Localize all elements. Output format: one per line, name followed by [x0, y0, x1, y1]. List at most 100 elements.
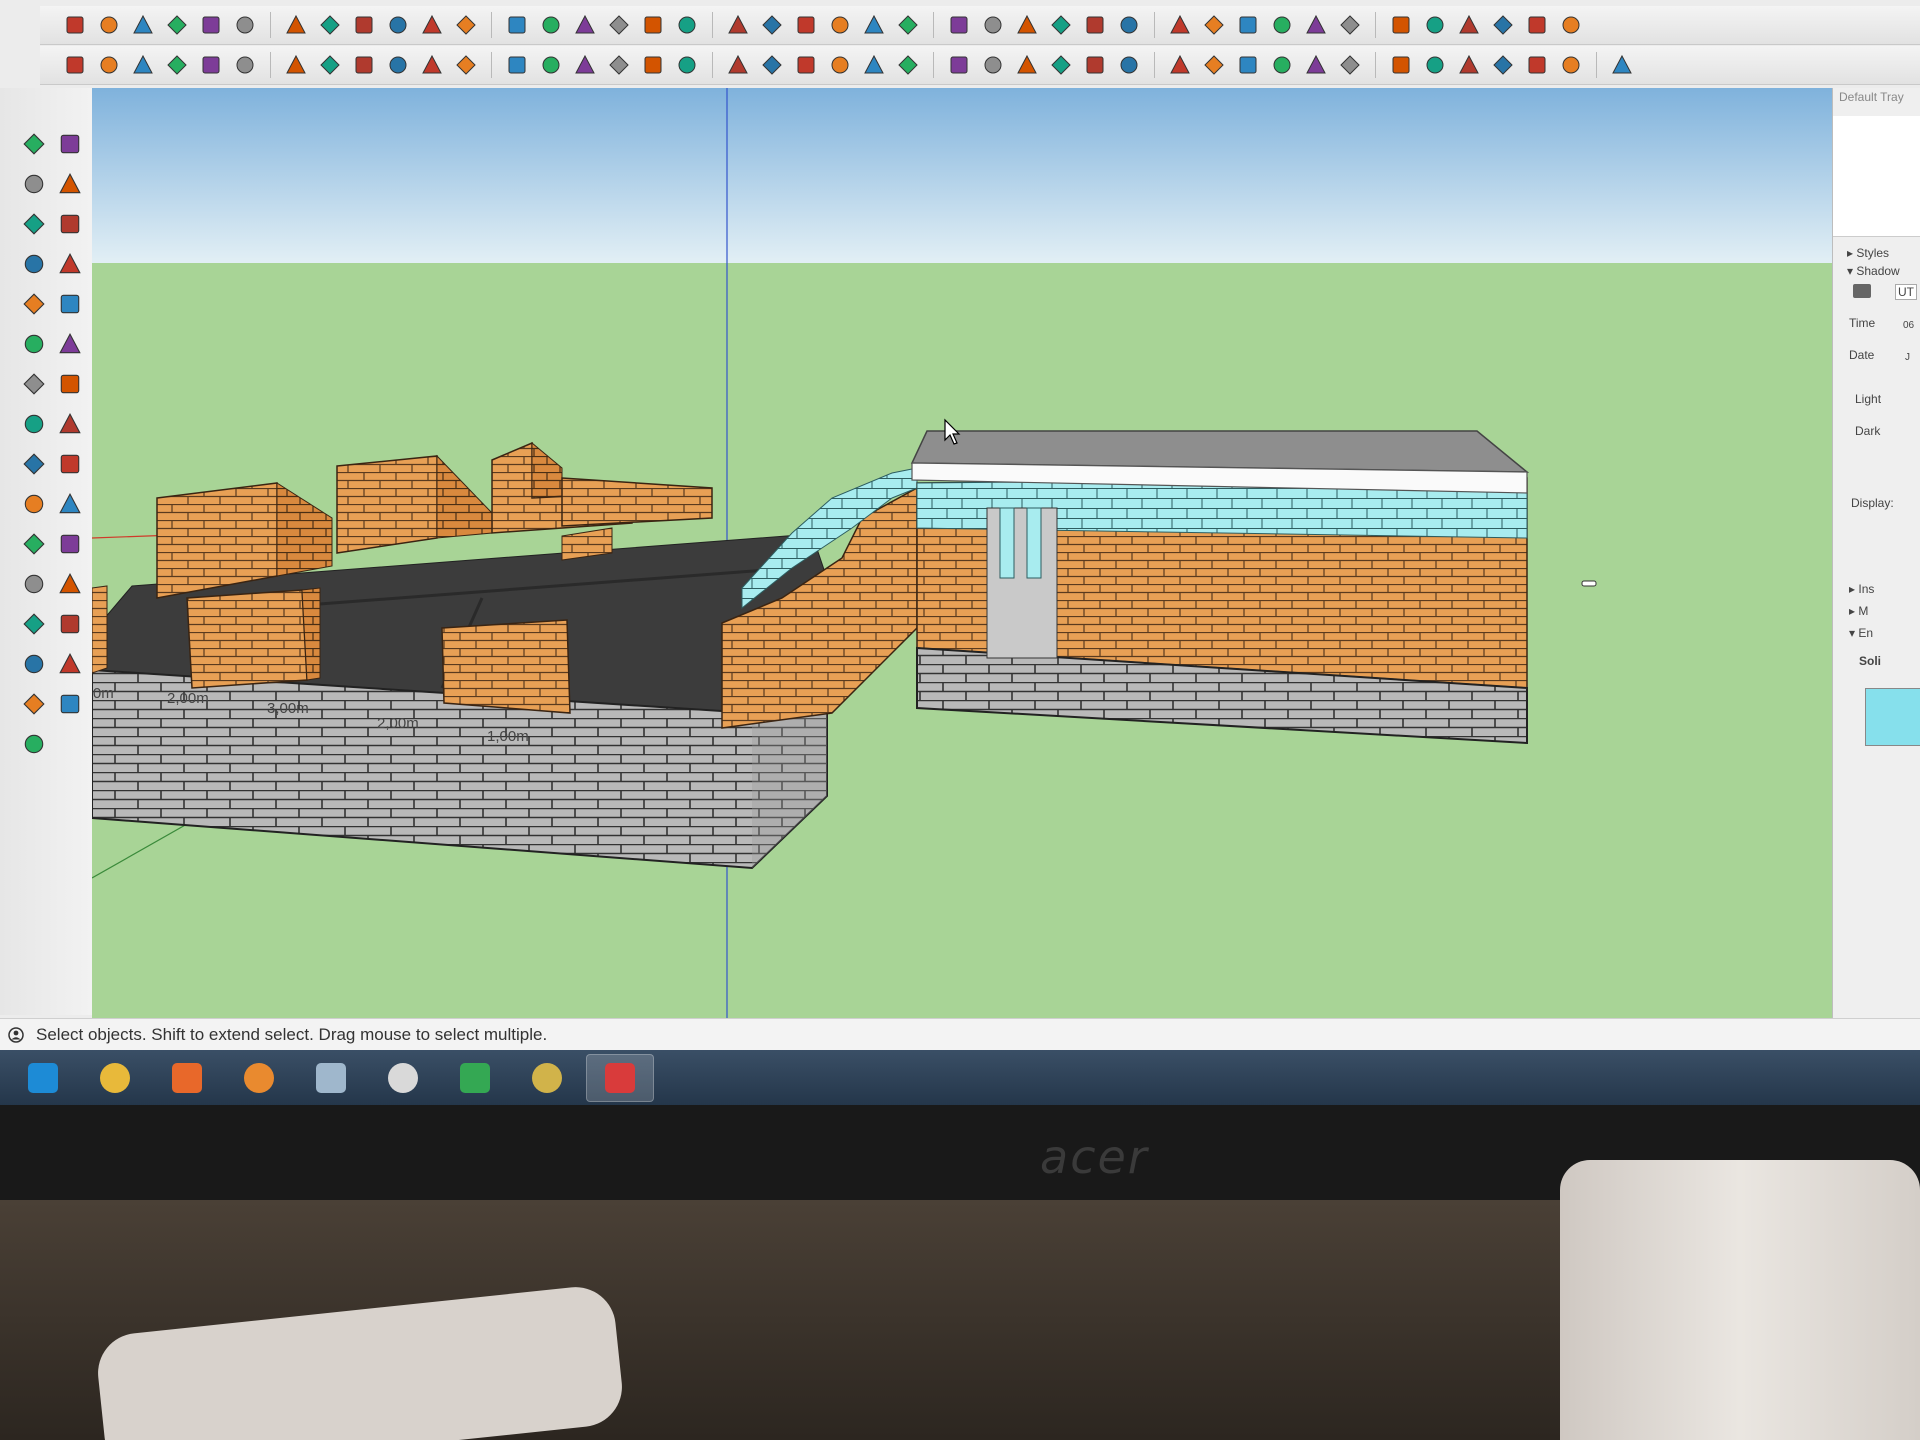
arc-icon[interactable] — [18, 328, 50, 360]
sphere-icon[interactable] — [1046, 10, 1076, 40]
app-star-icon[interactable] — [514, 1055, 580, 1101]
axes-icon[interactable] — [18, 608, 50, 640]
lock-icon[interactable] — [1454, 10, 1484, 40]
sketchup-icon[interactable] — [586, 1054, 654, 1102]
protractor-icon[interactable] — [18, 568, 50, 600]
trapeze-icon[interactable] — [893, 50, 923, 80]
flat-roof-icon[interactable] — [536, 50, 566, 80]
box2-icon[interactable] — [1046, 50, 1076, 80]
orbit-icon[interactable] — [536, 10, 566, 40]
pan-icon[interactable] — [570, 10, 600, 40]
dimension-icon[interactable] — [944, 10, 974, 40]
box-icon[interactable] — [1012, 50, 1042, 80]
cube3d-2-icon[interactable] — [1267, 50, 1297, 80]
validate-icon[interactable] — [1199, 10, 1229, 40]
nested-icon[interactable] — [1267, 10, 1297, 40]
walk-icon[interactable] — [18, 728, 50, 760]
eraser-icon[interactable] — [94, 10, 124, 40]
move-icon[interactable] — [315, 10, 345, 40]
landscape-icon[interactable] — [1080, 50, 1110, 80]
position-camera-icon[interactable] — [1335, 10, 1365, 40]
diamond-icon[interactable] — [1488, 10, 1518, 40]
flag-icon[interactable] — [859, 50, 889, 80]
teapot-icon[interactable] — [1233, 10, 1263, 40]
styles-icon[interactable] — [162, 50, 192, 80]
scale-icon[interactable] — [383, 10, 413, 40]
solid-trim-icon[interactable] — [672, 50, 702, 80]
remove-icon[interactable] — [944, 50, 974, 80]
door-icon[interactable] — [196, 50, 226, 80]
beam-icon[interactable] — [315, 50, 345, 80]
tray-section-shadow[interactable]: ▾ Shadow — [1847, 264, 1900, 278]
solid-subtract-icon[interactable] — [638, 50, 668, 80]
select-icon[interactable] — [60, 10, 90, 40]
circle-icon[interactable] — [18, 288, 50, 320]
internet-explorer-icon[interactable] — [10, 1055, 76, 1101]
scale-icon[interactable] — [18, 488, 50, 520]
rotate-icon[interactable] — [349, 10, 379, 40]
tape-measure-icon[interactable] — [18, 528, 50, 560]
drawing-viewport[interactable]: 2,00m 2,00m 3,00m 2,00m 1,00m — [92, 88, 1832, 1018]
firefox-icon[interactable] — [154, 1055, 220, 1101]
date-value[interactable]: J — [1905, 352, 1910, 363]
camera-icon[interactable] — [1165, 10, 1195, 40]
warehouse-icon[interactable] — [672, 10, 702, 40]
cube-navy-icon[interactable] — [1522, 50, 1552, 80]
tray-section-collapsed[interactable]: ▸ Ins — [1849, 582, 1874, 596]
stair-icon[interactable] — [281, 50, 311, 80]
zoom-extents-icon[interactable] — [638, 10, 668, 40]
protractor-icon[interactable] — [825, 10, 855, 40]
link-icon[interactable] — [1165, 50, 1195, 80]
zoom-icon[interactable] — [604, 10, 634, 40]
cube3d-3-icon[interactable] — [1301, 50, 1331, 80]
layout-icon[interactable] — [1386, 10, 1416, 40]
material-icon[interactable] — [128, 50, 158, 80]
line-icon[interactable] — [128, 10, 158, 40]
push-pull-icon[interactable] — [54, 408, 86, 440]
extension-icon[interactable] — [723, 10, 753, 40]
line-icon[interactable] — [18, 208, 50, 240]
solid-union-icon[interactable] — [604, 50, 634, 80]
solid-color-swatch[interactable] — [1865, 688, 1920, 746]
dimension-icon[interactable] — [54, 528, 86, 560]
tape-measure-icon[interactable] — [417, 10, 447, 40]
tray-section-collapsed[interactable]: ▸ M — [1849, 604, 1868, 618]
time-value[interactable]: 06 — [1903, 320, 1914, 331]
freehand-icon[interactable] — [54, 208, 86, 240]
zoom-icon[interactable] — [54, 648, 86, 680]
stack-icon[interactable] — [1199, 50, 1229, 80]
rectangle-icon[interactable] — [18, 248, 50, 280]
3pt-arc-icon[interactable] — [54, 368, 86, 400]
text-icon[interactable] — [54, 568, 86, 600]
column-icon[interactable] — [383, 50, 413, 80]
follow-me-icon[interactable] — [54, 448, 86, 480]
components-icon[interactable] — [757, 10, 787, 40]
file-explorer-icon[interactable] — [82, 1055, 148, 1101]
move-icon[interactable] — [18, 408, 50, 440]
look-around-icon[interactable] — [54, 688, 86, 720]
calculator-icon[interactable] — [298, 1055, 364, 1101]
rectangle-icon[interactable] — [196, 10, 226, 40]
offset-icon[interactable] — [54, 488, 86, 520]
paint-bucket-icon[interactable] — [502, 10, 532, 40]
window-icon[interactable] — [1420, 10, 1450, 40]
eraser-icon[interactable] — [54, 168, 86, 200]
solid-split-icon[interactable] — [723, 50, 753, 80]
cube-blue-icon[interactable] — [1114, 10, 1144, 40]
house-icon[interactable] — [978, 50, 1008, 80]
scene-icon[interactable] — [60, 50, 90, 80]
tray-section-styles[interactable]: ▸ Styles — [1847, 246, 1889, 260]
purple-gem-icon[interactable] — [1556, 50, 1586, 80]
rotated-rectangle-icon[interactable] — [54, 248, 86, 280]
rotate-icon[interactable] — [18, 448, 50, 480]
paint-icon[interactable] — [370, 1055, 436, 1101]
wall-icon[interactable] — [230, 50, 260, 80]
circle-icon[interactable] — [859, 10, 889, 40]
user-info-icon[interactable] — [8, 1027, 24, 1043]
ruby-icon[interactable] — [791, 10, 821, 40]
rafter-icon[interactable] — [451, 50, 481, 80]
arc2-icon[interactable] — [18, 368, 50, 400]
chrome-icon[interactable] — [442, 1055, 508, 1101]
text-icon[interactable] — [451, 10, 481, 40]
gear3-icon[interactable] — [825, 50, 855, 80]
